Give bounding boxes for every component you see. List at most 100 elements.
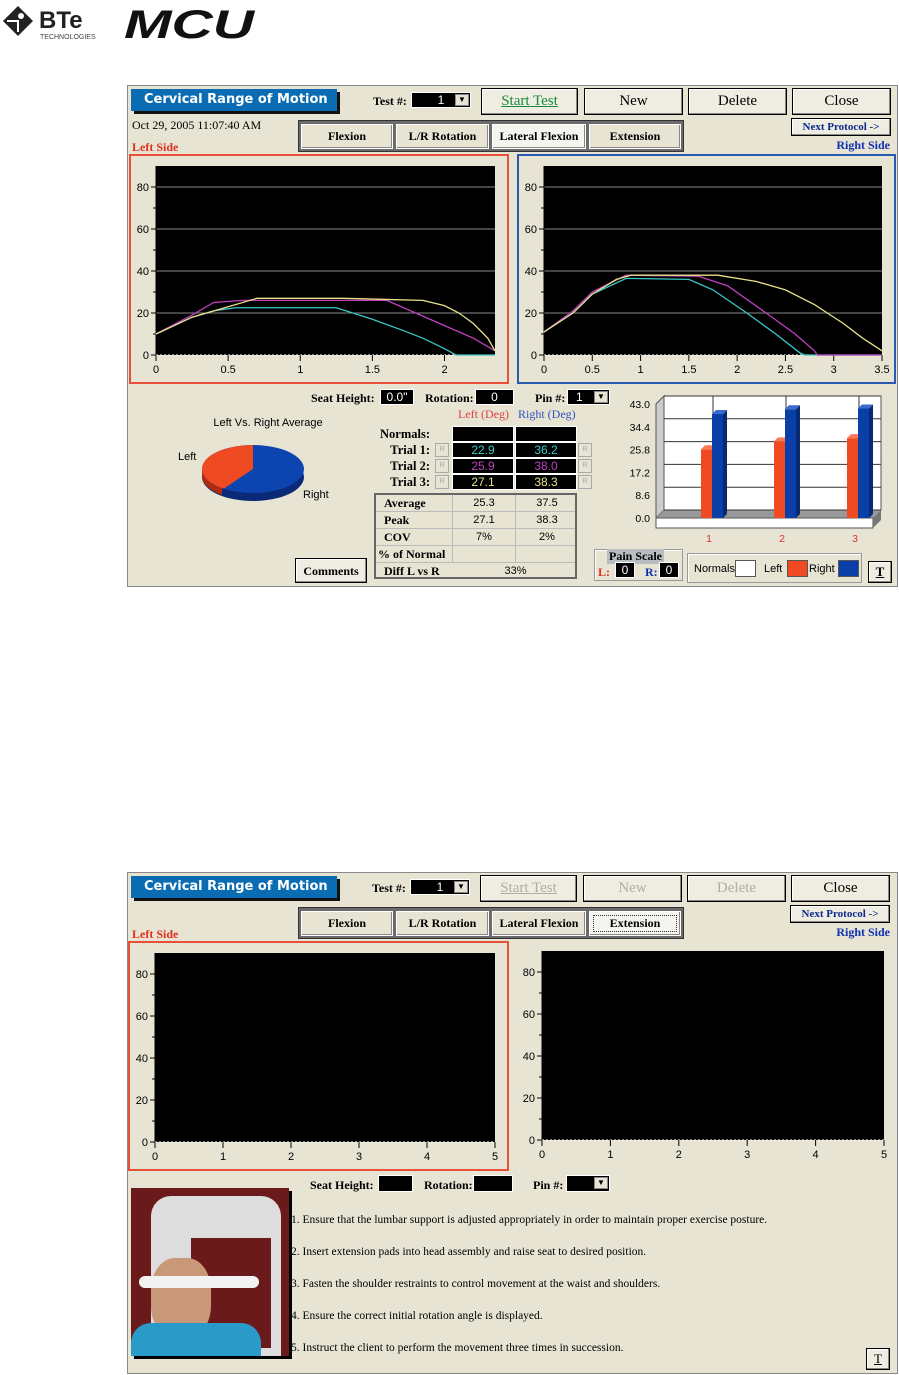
x-tick-label: 1: [706, 533, 712, 545]
x-tick-label: 3: [356, 1151, 362, 1163]
instruction-step: 3. Fasten the shoulder restraints to con…: [291, 1278, 661, 1290]
y-tick-label: 25.8: [630, 445, 651, 457]
svg-text:MCU: MCU: [124, 4, 256, 42]
rotation-field[interactable]: [473, 1175, 513, 1192]
stats-row: COV 7% 2%: [376, 529, 575, 546]
y-tick-label: 80: [525, 182, 537, 194]
start-test-button[interactable]: Start Test: [480, 875, 577, 902]
reset-right-button[interactable]: R: [578, 459, 592, 473]
tab-flexion[interactable]: Flexion: [301, 911, 393, 936]
y-tick-label: 60: [525, 224, 537, 236]
stats-table: Average 25.3 37.5 Peak 27.1 38.3 COV 7% 2% % of N…: [374, 493, 577, 579]
bar-side: [796, 405, 800, 518]
reset-right-button[interactable]: R: [578, 475, 592, 489]
test-number-select[interactable]: 1 ▼: [410, 879, 470, 895]
test-number-select[interactable]: 1 ▼: [411, 92, 471, 108]
y-tick-label: 20: [525, 308, 537, 320]
test-number-label: Test #:: [373, 94, 407, 108]
next-protocol-button[interactable]: Next Protocol ->: [790, 905, 890, 923]
x-tick-label: 1.5: [365, 364, 380, 376]
tab-extension[interactable]: Extension: [589, 124, 681, 149]
seat-height-field[interactable]: 0.0": [380, 389, 414, 405]
reset-left-button[interactable]: R: [435, 443, 449, 457]
right-side-label: Right Side: [836, 925, 890, 939]
x-tick-label: 2: [676, 1149, 682, 1161]
reset-left-button[interactable]: R: [435, 459, 449, 473]
close-button[interactable]: Close: [791, 875, 890, 902]
plot-area: [156, 166, 495, 355]
x-tick-label: 4: [813, 1149, 819, 1161]
y-tick-label: 40: [525, 266, 537, 278]
legend-right-swatch: [838, 560, 859, 577]
left-side-chart: 0 20 40 60 80 0 1 2 3 4 5: [128, 941, 509, 1171]
diff-label: Diff L vs R: [384, 564, 440, 578]
instruction-step: 1. Ensure that the lumbar support is adj…: [291, 1214, 768, 1226]
left-deg-header: Left (Deg): [458, 407, 509, 421]
stats-row: Peak 27.1 38.3: [376, 512, 575, 529]
y-tick-label: 40: [136, 1053, 148, 1065]
legend-left-swatch: [787, 560, 808, 577]
test-results-window: Cervical Range of Motion Test #: 1 ▼ Star…: [127, 85, 898, 587]
svg-text:TECHNOLOGIES: TECHNOLOGIES: [40, 34, 96, 41]
y-tick-label: 20: [136, 1095, 148, 1107]
trial-row-label: Trial 3:: [390, 475, 430, 489]
new-button[interactable]: New: [583, 875, 682, 902]
test-number-value: 1: [437, 93, 445, 107]
seat-height-field[interactable]: [378, 1175, 413, 1192]
t-button[interactable]: T: [866, 1348, 890, 1370]
left-value: [452, 426, 514, 442]
tab-flexion[interactable]: Flexion: [301, 124, 393, 149]
tab-extension[interactable]: Extension: [589, 911, 681, 936]
pain-right-field[interactable]: 0: [659, 562, 679, 578]
seat-height-label: Seat Height:: [310, 1178, 374, 1192]
window-title: Cervical Range of Motion: [131, 89, 337, 111]
chevron-down-icon: ▼: [454, 881, 468, 893]
tab-lateral-flexion[interactable]: Lateral Flexion: [492, 911, 586, 936]
col-divider: [452, 495, 453, 512]
rotation-field[interactable]: 0: [475, 389, 514, 405]
timestamp: Oct 29, 2005 11:07:40 AM: [132, 118, 262, 132]
reset-right-button[interactable]: R: [578, 443, 592, 457]
movement-tabs: Flexion L/R Rotation Lateral Flexion Ext…: [298, 120, 684, 152]
trial-row-label: Trial 1:: [390, 443, 430, 457]
x-tick-label: 2: [734, 364, 740, 376]
pain-left-field[interactable]: 0: [615, 562, 635, 578]
bar-left: [701, 449, 712, 518]
y-tick-label: 80: [136, 969, 148, 981]
tab-lr-rotation[interactable]: L/R Rotation: [396, 124, 489, 149]
left-side-label: Left Side: [132, 140, 179, 154]
reset-left-button[interactable]: R: [435, 475, 449, 489]
new-button[interactable]: New: [584, 88, 683, 115]
comments-button[interactable]: Comments: [295, 558, 367, 583]
start-test-button[interactable]: Start Test: [481, 88, 578, 115]
y-tick-label: 20: [137, 308, 149, 320]
right-deg-header: Right (Deg): [518, 407, 576, 421]
y-tick-label: 34.4: [630, 422, 651, 434]
y-tick-label: 60: [523, 1009, 535, 1021]
pain-left-label: L:: [598, 565, 610, 579]
next-protocol-button[interactable]: Next Protocol ->: [791, 118, 891, 136]
x-tick-label: 2: [288, 1151, 294, 1163]
y-tick-label: 40: [137, 266, 149, 278]
x-tick-label: 1: [607, 1149, 613, 1161]
tab-lr-rotation[interactable]: L/R Rotation: [396, 911, 489, 936]
pin-select[interactable]: ▼: [566, 1175, 610, 1192]
delete-button[interactable]: Delete: [688, 88, 787, 115]
y-tick-label: 40: [523, 1051, 535, 1063]
col-divider: [452, 546, 453, 563]
right-value: 38.0: [515, 458, 577, 474]
tab-lateral-flexion[interactable]: Lateral Flexion: [492, 124, 586, 149]
t-button[interactable]: T: [868, 561, 892, 583]
close-button[interactable]: Close: [792, 88, 891, 115]
delete-button[interactable]: Delete: [687, 875, 786, 902]
bar-right: [858, 408, 869, 518]
pie-label-left: Left: [178, 451, 196, 463]
legend-left: Left: [764, 563, 783, 575]
rotation-label: Rotation:: [425, 391, 474, 405]
pin-label: Pin #:: [535, 391, 566, 405]
x-tick-label: 1.5: [681, 364, 696, 376]
right-value: 38.3: [515, 474, 577, 490]
pain-right-label: R:: [645, 565, 658, 579]
stats-left: 27.1: [473, 514, 495, 526]
chevron-down-icon: ▼: [594, 1177, 608, 1189]
